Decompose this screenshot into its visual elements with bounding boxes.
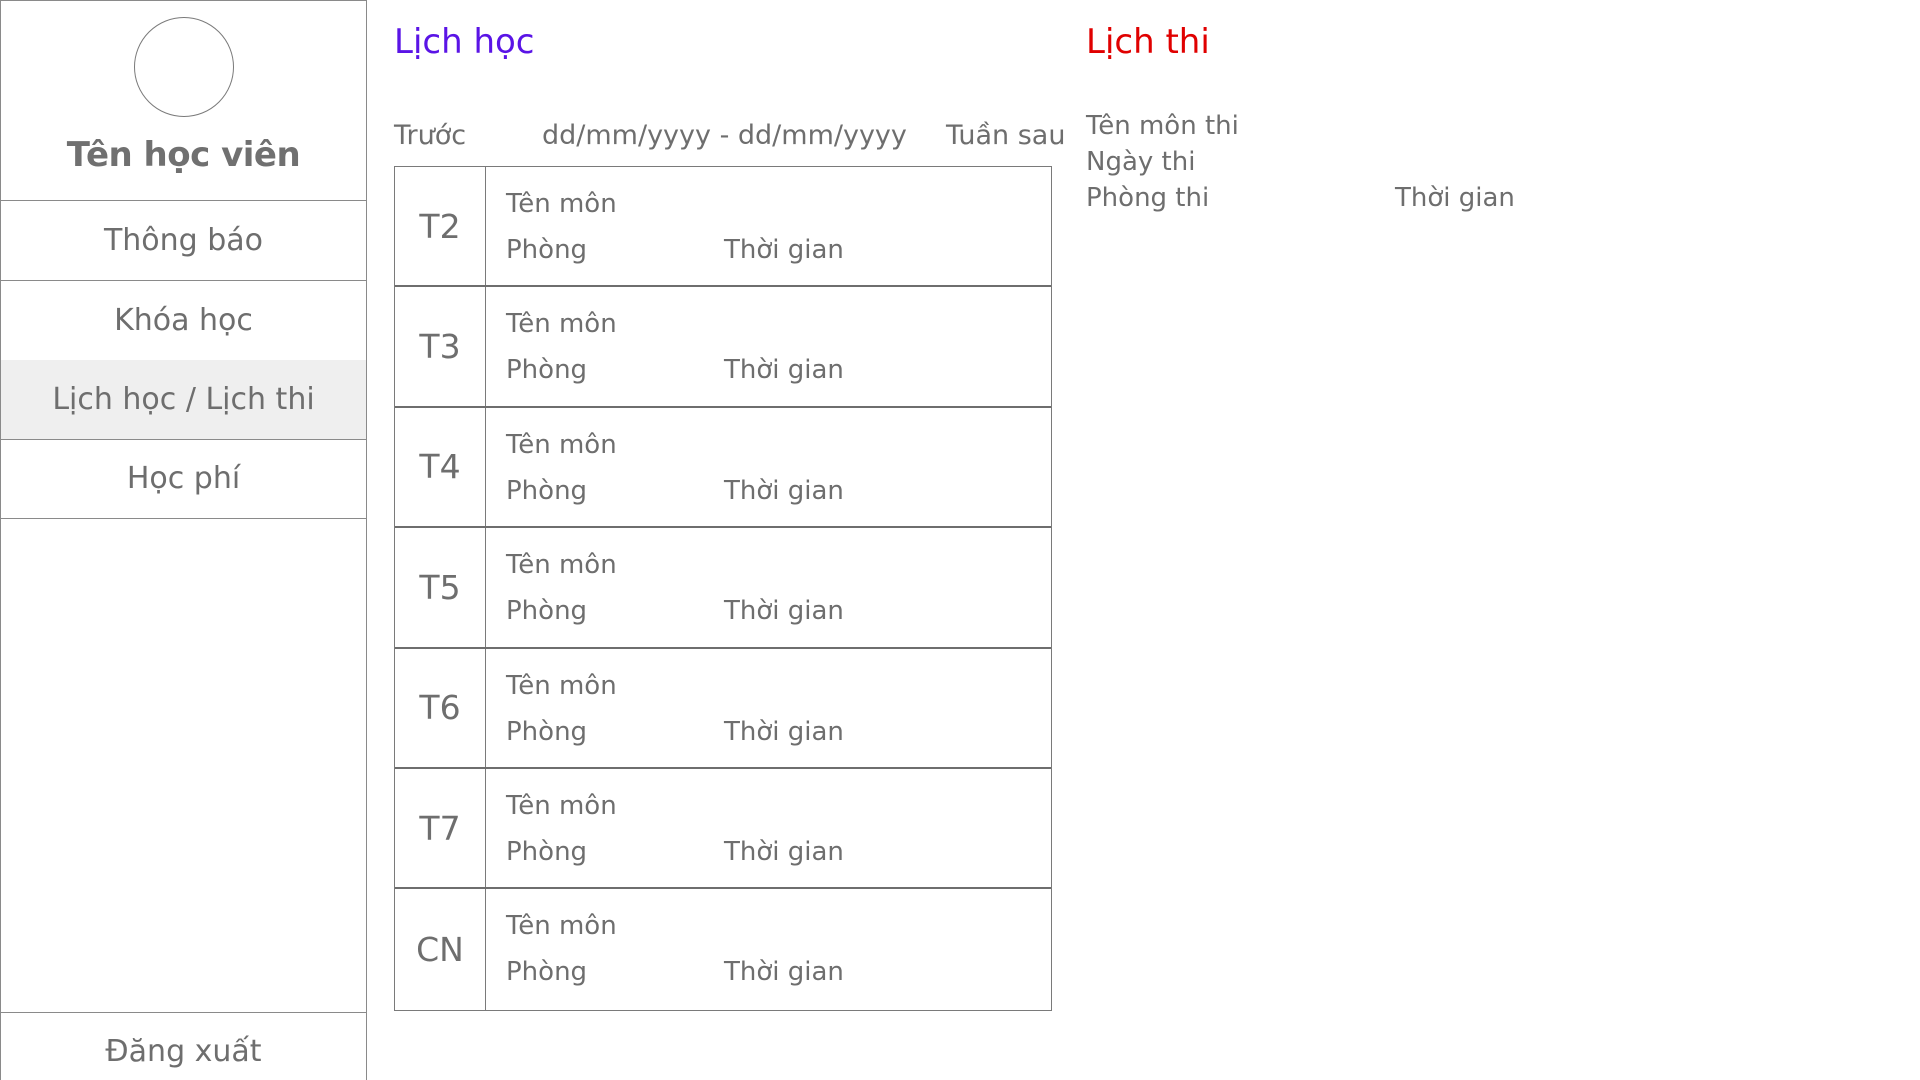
schedule-row: T6 Tên môn Phòng Thời gian [395,648,1051,769]
class-subject: Tên môn [506,670,617,701]
class-time: Thời gian [724,836,844,867]
schedule-row: T3 Tên môn Phòng Thời gian [395,287,1051,408]
class-time: Thời gian [724,235,844,265]
class-subject: Tên môn [506,309,617,340]
class-time: Thời gian [724,957,844,988]
class-room: Phòng [506,235,588,265]
class-time: Thời gian [724,355,844,386]
week-date-range: dd/mm/yyyy - dd/mm/yyyy [542,120,907,151]
sidebar-item-schedule-exams[interactable]: Lịch học / Lịch thi [1,360,366,440]
exam-time-label: Thời gian [1395,183,1515,213]
avatar[interactable] [134,17,234,117]
previous-week-link[interactable]: Trước [394,120,466,151]
day-label: T3 [395,287,486,406]
day-label: T6 [395,648,486,767]
sidebar-item-courses[interactable]: Khóa học [1,281,366,361]
sidebar-item-tuition[interactable]: Học phí [1,439,366,519]
class-time: Thời gian [724,716,844,747]
profile-section: Tên học viên [1,1,366,201]
day-label: T4 [395,407,486,527]
exam-subject-label: Tên môn thi [1086,111,1239,141]
day-label: T5 [395,528,486,647]
class-room: Phòng [506,716,588,747]
sidebar: Tên học viên Thông báo Khóa học Lịch học… [0,0,367,1080]
schedule-row: CN Tên môn Phòng Thời gian [395,889,1051,1010]
page: Tên học viên Thông báo Khóa học Lịch học… [0,0,1920,1080]
schedule-row: T5 Tên môn Phòng Thời gian [395,528,1051,649]
logout-button[interactable]: Đăng xuất [1,1012,366,1080]
exam-room-label: Phòng thi [1086,183,1210,213]
class-room: Phòng [506,836,588,867]
exam-date-label: Ngày thi [1086,147,1196,177]
schedule-row: T2 Tên môn Phòng Thời gian [395,167,1051,288]
class-subject: Tên môn [506,911,617,942]
schedule-row: T4 Tên môn Phòng Thời gian [395,407,1051,529]
class-room: Phòng [506,475,588,506]
class-room: Phòng [506,957,588,988]
class-time: Thời gian [724,596,844,627]
class-room: Phòng [506,355,588,386]
class-room: Phòng [506,596,588,627]
schedule-row: T7 Tên môn Phòng Thời gian [395,768,1051,890]
day-label: T2 [395,167,486,286]
exam-title: Lịch thi [1086,22,1210,62]
day-label: T7 [395,768,486,888]
class-subject: Tên môn [506,189,617,219]
day-label: CN [395,889,486,1010]
schedule-table: T2 Tên môn Phòng Thời gian T3 Tên môn Ph… [394,166,1052,1011]
class-subject: Tên môn [506,429,617,460]
sidebar-item-notifications[interactable]: Thông báo [1,201,366,281]
next-week-link[interactable]: Tuần sau [946,120,1065,151]
student-name: Tên học viên [66,135,301,175]
class-subject: Tên môn [506,790,617,821]
class-subject: Tên môn [506,550,617,581]
schedule-title: Lịch học [394,22,535,62]
class-time: Thời gian [724,475,844,506]
